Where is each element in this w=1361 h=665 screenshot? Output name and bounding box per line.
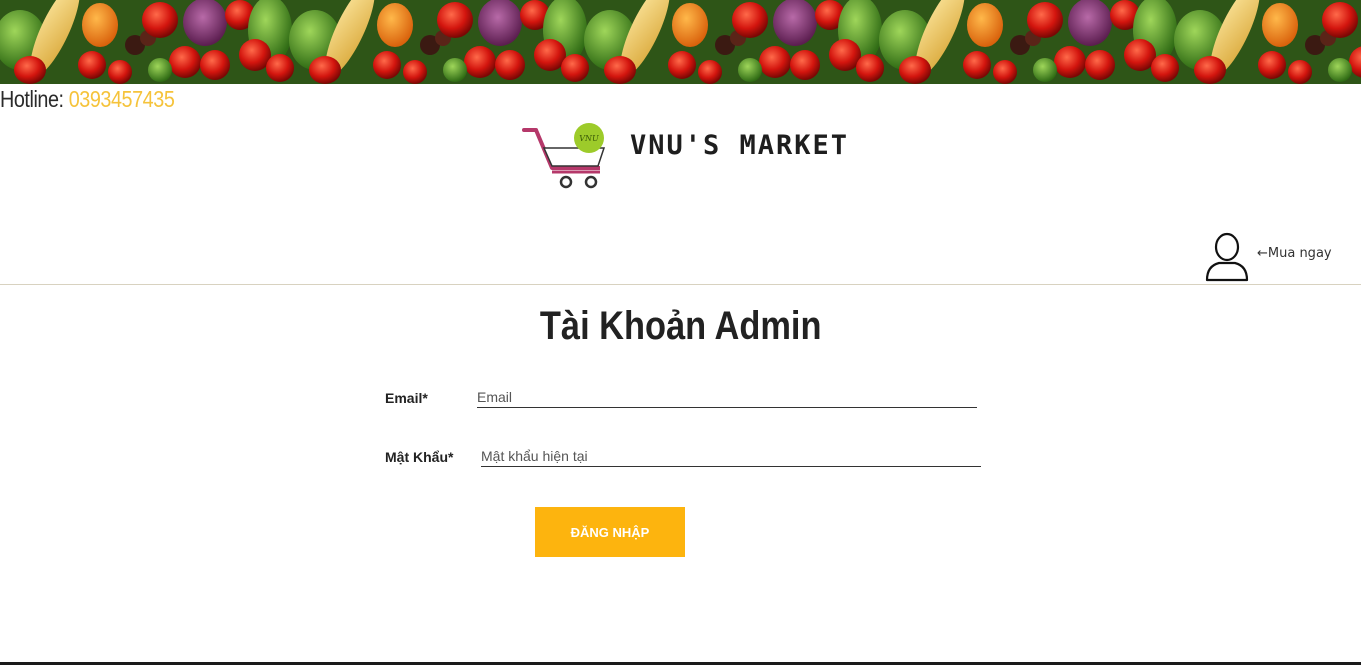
user-icon[interactable] [1203,232,1251,282]
site-logo[interactable]: VNU VNU'S MARKET [522,122,862,194]
vegetable-banner [0,0,1361,84]
header-divider [0,284,1361,285]
password-label: Mật Khẩu* [385,449,454,465]
user-menu[interactable]: ←Mua ngay [1203,232,1353,284]
page-title: Tài Khoản Admin [539,304,822,348]
logo-badge: VNU [579,134,599,143]
logo-text: VNU'S MARKET [630,130,850,161]
shopping-cart-icon: VNU [522,123,606,189]
hotline-number[interactable]: 0393457435 [69,86,175,112]
password-field[interactable] [481,447,981,467]
email-label: Email* [385,390,428,406]
hotline: Hotline: 0393457435 [0,86,175,113]
buy-now-link[interactable]: ←Mua ngay [1257,246,1332,261]
email-field[interactable] [477,388,977,408]
login-button[interactable]: ĐĂNG NHẬP [535,507,685,557]
hotline-label: Hotline: [0,86,69,112]
vegetable-banner-image [0,0,1361,84]
